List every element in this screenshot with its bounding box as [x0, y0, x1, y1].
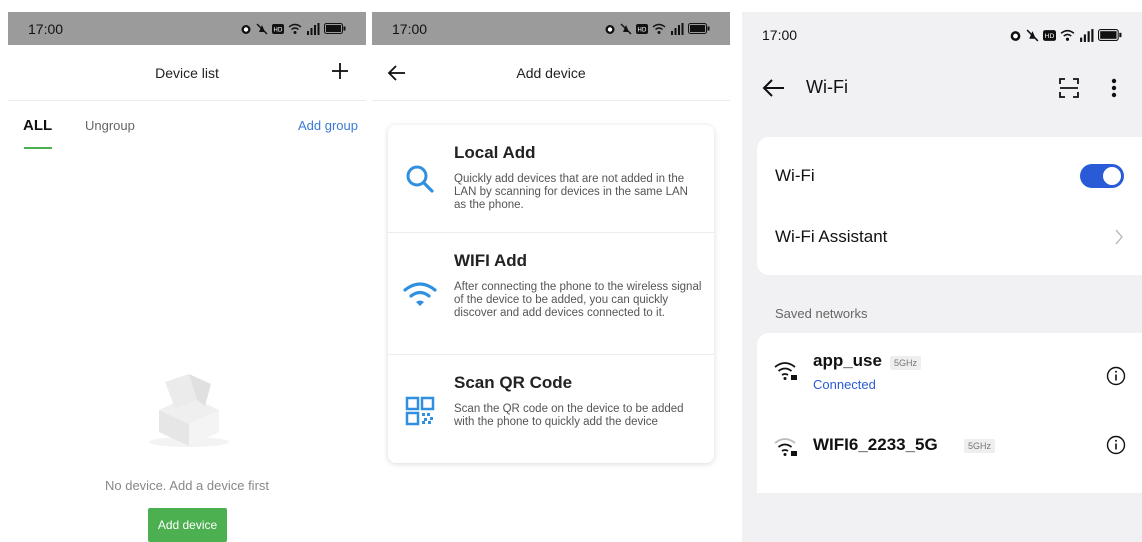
group-tabs: ALL Ungroup Add group [8, 101, 366, 149]
wifi-toggle-row[interactable]: Wi-Fi [775, 146, 1124, 206]
wifi-status-icon [288, 23, 302, 34]
wifi-locked-icon [774, 362, 797, 380]
status-bar: 17:00 HD [742, 12, 1142, 58]
tab-active-indicator [24, 147, 52, 149]
wifi-icon [403, 282, 437, 306]
wifi-status-icon [652, 23, 666, 34]
battery-icon [688, 23, 710, 34]
alarm-icon [605, 24, 615, 34]
option-scan-qr[interactable]: Scan QR Code Scan the QR code on the dev… [388, 355, 714, 463]
svg-text:HD: HD [273, 26, 283, 33]
add-options-card: Local Add Quickly add devices that are n… [388, 125, 714, 463]
add-icon[interactable] [328, 59, 352, 83]
saved-networks-heading: Saved networks [775, 306, 868, 321]
option-description: After connecting the phone to the wirele… [454, 281, 702, 319]
back-arrow-icon[interactable] [386, 62, 408, 84]
status-time: 17:00 [28, 20, 64, 37]
network-name: app_use [813, 351, 882, 370]
wifi-locked-icon [774, 438, 797, 456]
status-bar: 17:00 HD [372, 12, 730, 45]
option-description: Scan the QR code on the device to be add… [454, 403, 684, 428]
network-name: WIFI6_2233_5G [813, 435, 938, 454]
option-local-add[interactable]: Local Add Quickly add devices that are n… [388, 125, 714, 233]
tab-ungroup[interactable]: Ungroup [85, 118, 135, 133]
hd-icon: HD [636, 23, 648, 34]
hd-icon: HD [1043, 29, 1056, 41]
search-icon [406, 165, 434, 193]
network-status: Connected [813, 377, 876, 392]
tab-all[interactable]: ALL [23, 117, 52, 134]
status-bar: 17:00 HD [8, 12, 366, 45]
wifi-settings-card: Wi-Fi Wi-Fi Assistant [757, 137, 1142, 275]
more-vertical-icon[interactable] [1111, 78, 1117, 98]
signal-icon [671, 22, 684, 35]
mute-icon [256, 23, 268, 34]
network-row[interactable]: WIFI6_2233_5G 5GHz [773, 423, 1126, 473]
status-icons: HD [240, 22, 346, 35]
wifi-settings-screen: 17:00 HD Wi-Fi Wi-Fi Wi-Fi Assistant Sav… [742, 12, 1142, 542]
chevron-right-icon [1115, 229, 1123, 245]
battery-icon [1098, 29, 1122, 41]
empty-message: No device. Add a device first [104, 478, 270, 493]
wifi-toggle-switch[interactable] [1080, 164, 1124, 188]
wifi-assistant-row[interactable]: Wi-Fi Assistant [775, 207, 1124, 267]
add-group-link[interactable]: Add group [298, 118, 358, 133]
alarm-icon [241, 24, 251, 34]
option-title: WIFI Add [454, 251, 528, 270]
wifi-assistant-label: Wi-Fi Assistant [775, 227, 888, 246]
back-arrow-icon[interactable] [762, 78, 786, 98]
option-wifi-add[interactable]: WIFI Add After connecting the phone to t… [388, 233, 714, 355]
status-time: 17:00 [762, 27, 798, 43]
info-icon[interactable] [1106, 435, 1126, 455]
hd-icon: HD [272, 23, 284, 34]
wifi-toggle-label: Wi-Fi [775, 166, 815, 185]
network-band-badge: 5GHz [964, 439, 996, 453]
saved-networks-card: app_use 5GHz Connected WIFI6_2233_5G 5GH… [757, 333, 1142, 493]
mute-icon [620, 23, 632, 34]
status-time: 17:00 [392, 20, 428, 37]
app-header: Add device [372, 45, 730, 101]
settings-header: Wi-Fi [742, 58, 1142, 116]
network-row[interactable]: app_use 5GHz Connected [773, 333, 1126, 403]
wifi-status-icon [1060, 29, 1075, 41]
signal-icon [307, 22, 320, 35]
info-icon[interactable] [1106, 366, 1126, 386]
toggle-knob [1103, 167, 1121, 185]
page-title: Wi-Fi [806, 77, 848, 97]
option-description: Quickly add devices that are not added i… [454, 173, 688, 211]
scan-icon[interactable] [1059, 78, 1079, 98]
qr-code-icon [405, 396, 435, 426]
status-icons: HD [604, 22, 710, 35]
status-icons: HD [1009, 28, 1122, 42]
network-band-badge: 5GHz [890, 356, 922, 370]
device-list-screen: 17:00 HD Device list ALL Ungroup Add gro… [8, 12, 366, 542]
add-device-button[interactable]: Add device [148, 508, 227, 542]
alarm-icon [1010, 30, 1021, 41]
battery-icon [324, 23, 346, 34]
option-title: Local Add [454, 143, 536, 162]
svg-text:HD: HD [637, 26, 647, 33]
signal-icon [1080, 28, 1094, 42]
empty-box-illustration [149, 374, 229, 447]
option-title: Scan QR Code [454, 373, 573, 392]
add-device-screen: 17:00 HD Add device Local Add Quickly ad… [372, 12, 730, 542]
mute-icon [1026, 29, 1039, 41]
svg-text:HD: HD [1045, 32, 1055, 40]
page-title: Device list [155, 64, 219, 81]
page-title: Add device [516, 64, 586, 81]
app-header: Device list [8, 45, 366, 101]
